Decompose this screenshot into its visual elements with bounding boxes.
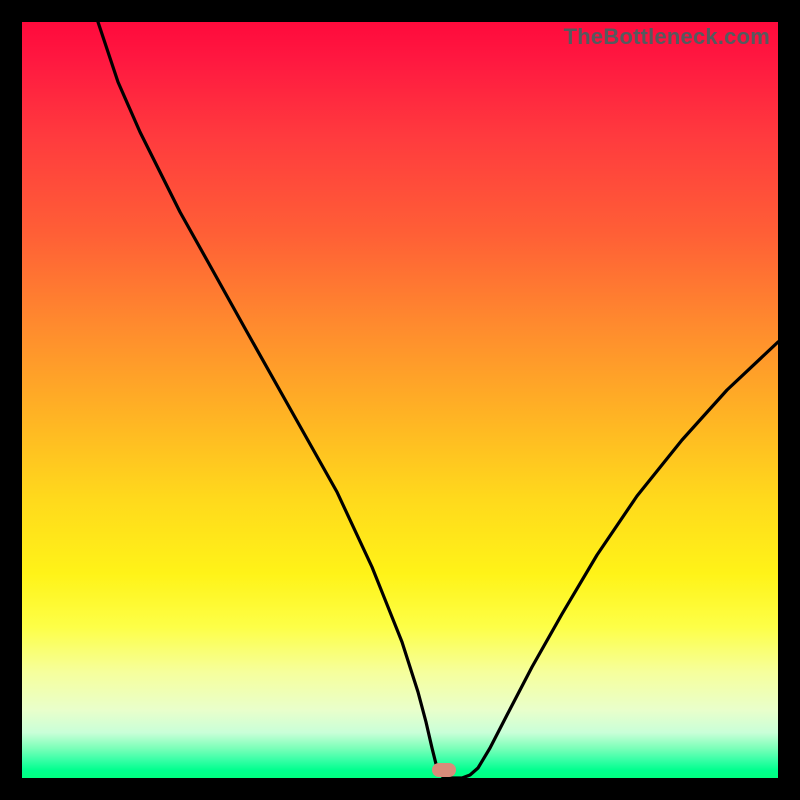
chart-frame: TheBottleneck.com: [0, 0, 800, 800]
bottleneck-curve: [22, 22, 778, 778]
optimal-marker: [432, 763, 456, 777]
plot-area: TheBottleneck.com: [22, 22, 778, 778]
